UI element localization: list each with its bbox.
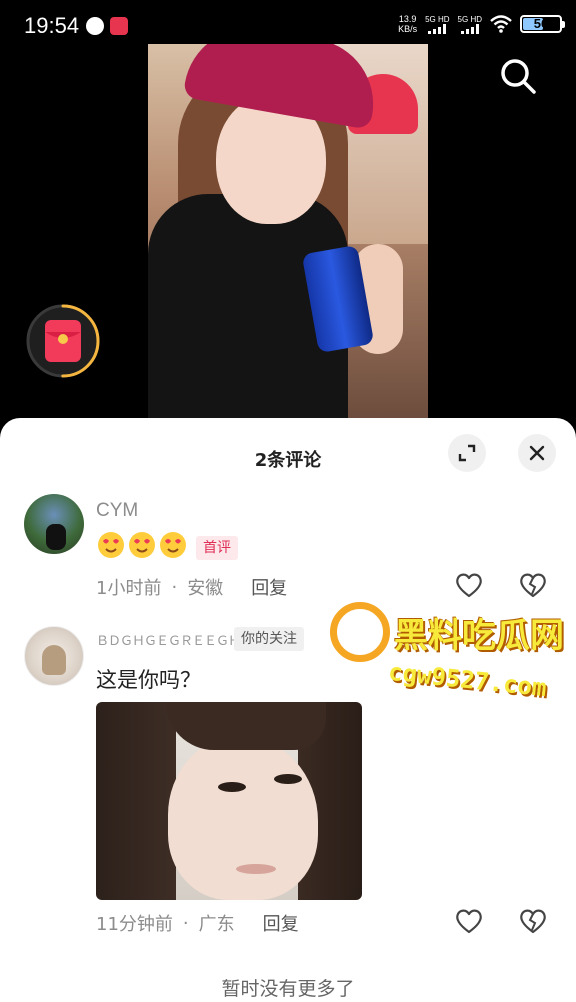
no-more-comments-text: 暂时没有更多了 <box>221 978 355 1000</box>
comment-username[interactable]: ＢＤＧＨＧＥＧＲＥＥＧＨ <box>96 630 241 649</box>
first-comment-badge: 首评 <box>196 536 238 560</box>
comments-title: 2条评论 <box>254 450 322 471</box>
dislike-broken-heart-icon[interactable] <box>518 906 548 936</box>
wifi-icon <box>490 15 512 33</box>
network-speed: 13.9 KB/s <box>398 14 418 34</box>
dislike-broken-heart-icon[interactable] <box>518 570 548 600</box>
comment-emojis <box>96 530 188 560</box>
battery-icon: 56 <box>520 15 565 33</box>
close-icon <box>529 445 545 461</box>
comment-location: 安徽 <box>187 578 224 599</box>
sim2-signal-icon: 5G HD <box>458 15 482 34</box>
like-heart-icon[interactable] <box>454 906 484 936</box>
comment-meta: 11分钟前 · 广东 回复 <box>96 910 299 936</box>
comment-location: 广东 <box>198 914 235 935</box>
watermark-text: 黑料吃瓜网 <box>394 616 564 656</box>
comment-image[interactable] <box>96 702 362 900</box>
red-packet-icon[interactable] <box>24 302 102 380</box>
watermark-c-icon <box>330 602 390 662</box>
video-frame[interactable] <box>148 44 428 424</box>
heart-eyes-emoji-icon <box>96 530 126 560</box>
like-heart-icon[interactable] <box>454 570 484 600</box>
watermark-url: cgw9527.com <box>386 657 548 703</box>
heart-eyes-emoji-icon <box>158 530 188 560</box>
status-indicators: 13.9 KB/s 5G HD 5G HD 56 <box>398 14 565 34</box>
heart-eyes-emoji-icon <box>127 530 157 560</box>
app-notification-icon-2 <box>110 17 128 35</box>
following-badge: 你的关注 <box>234 627 304 651</box>
status-bar: 19:54 13.9 KB/s 5G HD 5G HD 56 <box>0 0 576 50</box>
comment-time: 1小时前 <box>96 578 162 599</box>
app-notification-icon <box>86 17 104 35</box>
comment-text: 这是你吗？ <box>96 668 201 692</box>
close-button[interactable] <box>518 434 556 472</box>
reply-button[interactable]: 回复 <box>263 910 299 936</box>
comment-meta: 1小时前 · 安徽 回复 <box>96 574 287 600</box>
reply-button[interactable]: 回复 <box>251 574 287 600</box>
avatar[interactable] <box>24 494 84 554</box>
expand-icon <box>458 444 476 462</box>
avatar[interactable] <box>24 626 84 686</box>
status-time: 19:54 <box>24 13 80 38</box>
comment-username[interactable]: CYM <box>96 500 138 522</box>
expand-button[interactable] <box>448 434 486 472</box>
comment-time: 11分钟前 <box>96 914 173 935</box>
watermark-logo: 黑料吃瓜网 cgw9527.com <box>328 600 568 720</box>
sim1-signal-icon: 5G HD <box>425 15 450 34</box>
search-icon[interactable] <box>498 56 538 96</box>
